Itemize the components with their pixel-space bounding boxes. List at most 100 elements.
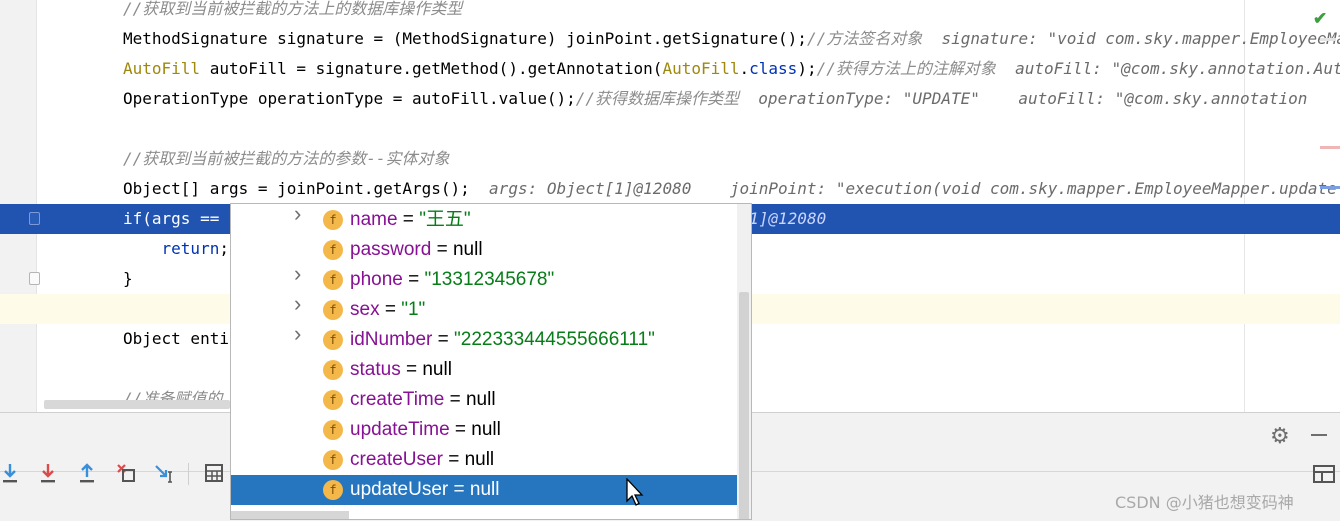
code-comment: //获取到当前被拦截的方法上的数据库操作类型 bbox=[123, 0, 463, 18]
field-icon: f bbox=[323, 450, 343, 470]
field-name: updateTime bbox=[350, 419, 450, 440]
field-row-password[interactable]: f password = null bbox=[231, 235, 737, 265]
code-text: AutoFill autoFill = signature.getMethod(… bbox=[123, 58, 1340, 80]
expand-arrow-icon[interactable]: › bbox=[294, 263, 310, 285]
field-name: name bbox=[350, 209, 398, 230]
field-value: null bbox=[471, 419, 501, 440]
code-token: class bbox=[749, 59, 798, 78]
popup-scroll-thumb[interactable] bbox=[739, 292, 749, 519]
watermark: CSDN @小猪也想变码神 bbox=[1115, 493, 1294, 512]
code-line[interactable]: AutoFill autoFill = signature.getMethod(… bbox=[0, 54, 1340, 84]
gear-icon[interactable]: ⚙ bbox=[1270, 423, 1290, 449]
code-comment: //获得数据库操作类型 bbox=[575, 89, 740, 108]
code-token: if(args == bbox=[123, 209, 229, 228]
field-name: idNumber bbox=[350, 329, 433, 350]
toolbar-separator bbox=[188, 463, 189, 485]
field-icon: f bbox=[323, 300, 343, 320]
field-row-updateUser[interactable]: f updateUser = null bbox=[231, 475, 737, 505]
field-row-idNumber[interactable]: › f idNumber = "222333444555666111" bbox=[231, 323, 737, 355]
code-token: autoFill = signature.getMethod().getAnno… bbox=[200, 59, 663, 78]
field-value: null bbox=[422, 359, 452, 380]
code-comment: //方法签名对象 bbox=[806, 29, 923, 48]
code-line[interactable]: Object[] args = joinPoint.getArgs(); arg… bbox=[0, 174, 1340, 204]
fold-marker-end[interactable] bbox=[29, 272, 40, 285]
field-value: "王五" bbox=[419, 209, 471, 230]
field-row-sex[interactable]: › f sex = "1" bbox=[231, 293, 737, 325]
force-step-into-icon[interactable] bbox=[36, 461, 60, 485]
field-name: phone bbox=[350, 269, 403, 290]
drop-frame-icon[interactable] bbox=[114, 461, 138, 485]
code-token: return bbox=[161, 239, 220, 258]
field-name: sex bbox=[350, 299, 380, 320]
inline-debug-value: args: Object[1]@12080 joinPoint: "execut… bbox=[469, 179, 1337, 198]
field-row-name[interactable]: › f name = "王五" bbox=[231, 204, 737, 235]
equals-sign: = bbox=[397, 209, 420, 230]
field-row-status[interactable]: f status = null bbox=[231, 355, 737, 385]
equals-sign: = bbox=[432, 329, 455, 350]
code-text: Object enti bbox=[123, 328, 229, 350]
field-value: null bbox=[452, 239, 483, 260]
code-text: } bbox=[123, 268, 133, 290]
equals-sign: = bbox=[442, 449, 465, 470]
field-label: updateTime = null bbox=[350, 418, 501, 442]
equals-sign: = bbox=[444, 389, 466, 410]
field-label: phone = "13312345678" bbox=[350, 268, 554, 292]
code-token: AutoFill bbox=[123, 59, 201, 78]
field-value: "13312345678" bbox=[424, 269, 555, 290]
code-line[interactable] bbox=[0, 114, 1340, 144]
field-icon: f bbox=[323, 240, 343, 260]
equals-sign: = bbox=[400, 359, 423, 380]
expand-arrow-icon[interactable]: › bbox=[294, 204, 310, 225]
equals-sign: = bbox=[379, 299, 402, 320]
editor-horizontal-scrollbar[interactable] bbox=[44, 400, 230, 409]
mouse-cursor-icon bbox=[626, 478, 644, 506]
scroll-mark-error-stripe[interactable] bbox=[1320, 146, 1340, 149]
minimize-icon[interactable] bbox=[1311, 434, 1327, 436]
field-icon: f bbox=[323, 330, 343, 350]
layout-settings-icon[interactable] bbox=[1313, 465, 1335, 483]
field-value: "222333444555666111" bbox=[454, 329, 655, 350]
step-into-icon[interactable] bbox=[0, 461, 22, 485]
step-out-icon[interactable] bbox=[75, 461, 99, 485]
field-label: updateUser = null bbox=[350, 478, 499, 502]
field-icon: f bbox=[323, 480, 343, 500]
fold-marker-if[interactable] bbox=[29, 212, 40, 225]
equals-sign: = bbox=[402, 269, 425, 290]
code-line[interactable]: //获取到当前被拦截的方法上的数据库操作类型 bbox=[0, 0, 1340, 24]
field-name: createUser bbox=[350, 449, 443, 470]
field-value: null bbox=[464, 449, 495, 470]
field-icon: f bbox=[323, 390, 343, 410]
debug-value-popup[interactable]: › f name = "王五" f password = null › f phone = "… bbox=[230, 203, 752, 520]
popup-horizontal-scrollbar[interactable] bbox=[231, 511, 349, 519]
expand-arrow-icon[interactable]: › bbox=[294, 323, 310, 345]
field-row-createTime[interactable]: f createTime = null bbox=[231, 385, 737, 415]
scroll-mark-stripe[interactable] bbox=[1320, 38, 1336, 41]
code-line[interactable]: //获取到当前被拦截的方法的参数--实体对象 bbox=[0, 144, 1340, 174]
code-token: } bbox=[123, 269, 133, 288]
code-comment: //获取到当前被拦截的方法的参数--实体对象 bbox=[123, 149, 450, 168]
field-value: "1" bbox=[401, 299, 426, 320]
inline-debug-value: operationType: "UPDATE" autoFill: "@com.… bbox=[739, 89, 1308, 108]
field-label: createTime = null bbox=[350, 388, 496, 412]
field-label: status = null bbox=[350, 358, 452, 382]
code-token: ; bbox=[219, 239, 229, 258]
inspection-ok-check-icon[interactable]: ✔ bbox=[1313, 9, 1327, 29]
code-line[interactable]: OperationType operationType = autoFill.v… bbox=[0, 84, 1340, 114]
code-token: MethodSignature signature = (MethodSigna… bbox=[123, 29, 807, 48]
expand-arrow-icon[interactable]: › bbox=[294, 293, 310, 315]
field-row-phone[interactable]: › f phone = "13312345678" bbox=[231, 263, 737, 295]
field-row-updateTime[interactable]: f updateTime = null bbox=[231, 415, 737, 445]
field-icon: f bbox=[323, 360, 343, 380]
field-row-createUser[interactable]: f createUser = null bbox=[231, 445, 737, 475]
field-label: idNumber = "222333444555666111" bbox=[350, 328, 655, 352]
code-line[interactable]: MethodSignature signature = (MethodSigna… bbox=[0, 24, 1340, 54]
scroll-mark-current-stripe[interactable] bbox=[1320, 186, 1340, 189]
field-name: password bbox=[350, 239, 432, 260]
run-to-cursor-icon[interactable] bbox=[153, 461, 177, 485]
field-label: password = null bbox=[350, 238, 483, 262]
field-name: createTime bbox=[350, 389, 445, 410]
code-token: . bbox=[739, 59, 750, 78]
code-token: Object enti bbox=[123, 329, 229, 348]
evaluate-expression-icon[interactable] bbox=[202, 461, 226, 485]
